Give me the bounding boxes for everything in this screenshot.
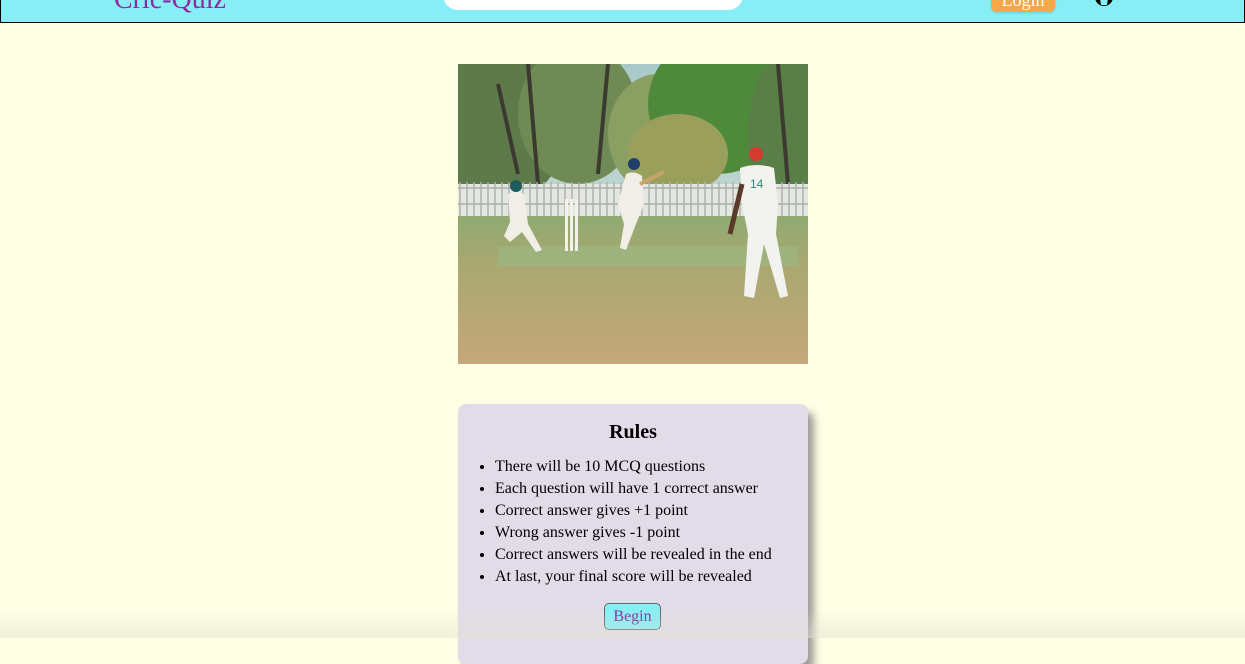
rules-card: Rules There will be 10 MCQ questions Eac… [458,404,808,664]
rules-title: Rules [609,421,657,443]
login-button[interactable]: Login [991,0,1055,12]
rules-list: There will be 10 MCQ questions Each ques… [458,456,808,588]
github-icon[interactable] [1093,0,1115,7]
rule-item: Correct answer gives +1 point [495,500,808,522]
rule-item: At last, your final score will be reveal… [495,566,808,588]
svg-text:14: 14 [750,177,764,191]
navbar: Cric-Quiz Login [0,0,1245,23]
rule-item: Each question will have 1 correct answer [495,478,808,500]
rule-item: Correct answers will be revealed in the … [495,544,808,566]
cricket-match-image: 14 [458,64,808,364]
rule-item: Wrong answer gives -1 point [495,522,808,544]
search-input[interactable] [443,0,743,10]
begin-button[interactable]: Begin [604,603,661,630]
rule-item: There will be 10 MCQ questions [495,456,808,478]
brand-logo[interactable]: Cric-Quiz [114,0,226,14]
